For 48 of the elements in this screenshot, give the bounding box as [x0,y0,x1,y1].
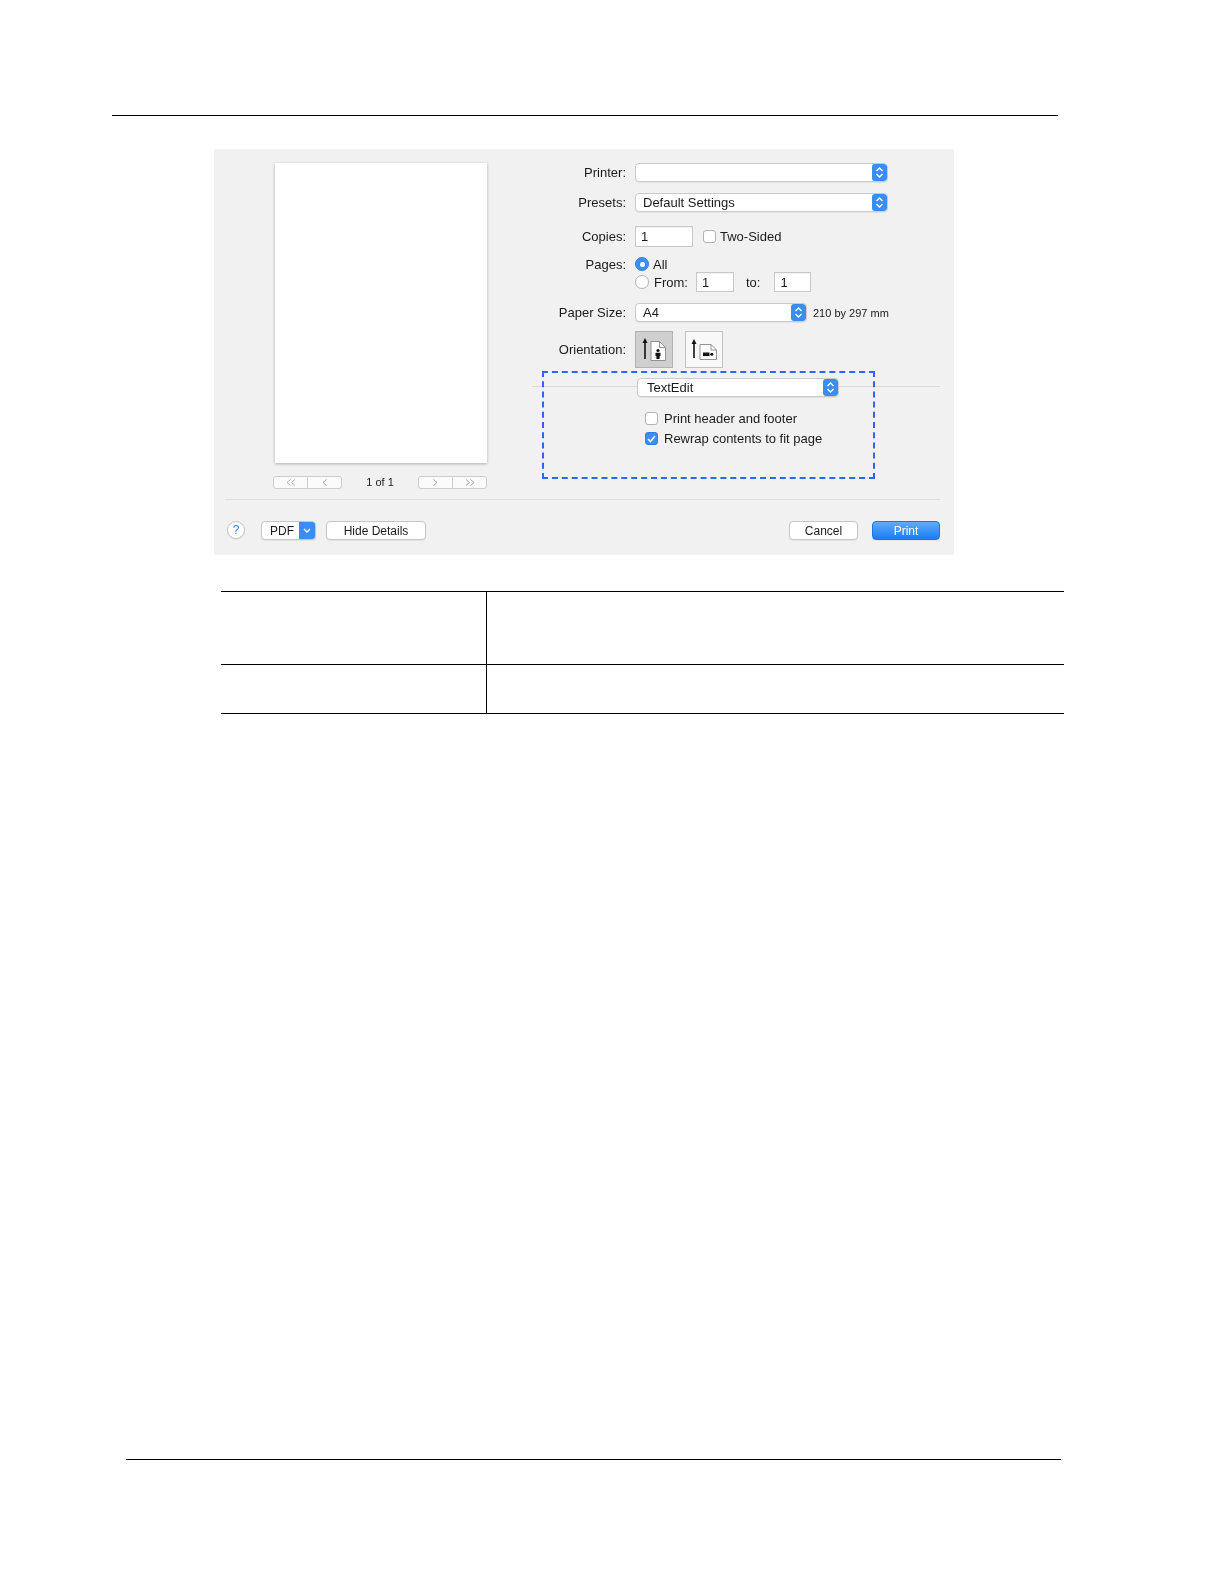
presets-popup[interactable]: Default Settings [635,193,888,212]
app-options-popup[interactable]: TextEdit [637,378,839,397]
orientation-label: Orientation: [558,342,626,357]
from-page-field[interactable]: 1 [695,272,734,292]
hide-details-button[interactable]: Hide Details [326,521,426,540]
chevron-left-icon [322,479,327,486]
portrait-orientation-button[interactable] [635,331,673,368]
portrait-page-icon [642,338,666,361]
up-down-chevron-icon [872,164,887,181]
chevron-right-icon [433,479,438,486]
pdf-menu-button[interactable]: PDF [261,521,316,540]
up-down-chevron-icon [872,194,887,211]
help-button[interactable]: ? [227,521,245,539]
printer-label: Printer: [584,165,626,180]
radio-label: All [653,256,668,272]
printer-popup[interactable] [635,163,888,182]
landscape-page-icon [691,339,717,360]
double-chevron-left-icon [285,479,296,486]
chevron-down-icon [299,522,315,539]
page-indicator: 1 of 1 [366,476,394,489]
copies-label: Copies: [581,229,626,244]
landscape-orientation-button[interactable] [685,331,723,368]
to-page-field[interactable]: 1 [774,272,812,292]
pages-label: Pages: [585,257,626,272]
to-label: to: [745,274,761,290]
checkbox-label: Two-Sided [720,229,782,244]
checkbox-label: Print header and footer [664,411,797,426]
last-page-button[interactable] [452,476,487,489]
presets-label: Presets: [578,195,626,210]
next-page-button[interactable] [418,476,453,489]
checkbox[interactable] [645,432,658,445]
checkbox[interactable] [645,412,658,425]
up-down-chevron-icon [791,304,806,321]
checkmark-icon [647,434,656,443]
up-down-chevron-icon [823,379,838,396]
page-range-radio[interactable] [635,275,649,289]
previous-page-button[interactable] [307,476,342,489]
checkbox-label: Rewrap contents to fit page [664,431,823,446]
first-page-button[interactable] [273,476,308,489]
double-chevron-right-icon [464,479,475,486]
paper-dimensions-text: 210 by 297 mm [813,306,889,319]
paper-size-popup[interactable]: A4 [635,303,807,322]
copies-field[interactable]: 1 [635,226,693,247]
cancel-button[interactable]: Cancel [789,521,858,540]
paper-size-label: Paper Size: [558,305,626,320]
radio-label: From: [654,274,688,290]
checkbox[interactable] [703,230,716,243]
all-pages-radio[interactable] [635,257,649,271]
